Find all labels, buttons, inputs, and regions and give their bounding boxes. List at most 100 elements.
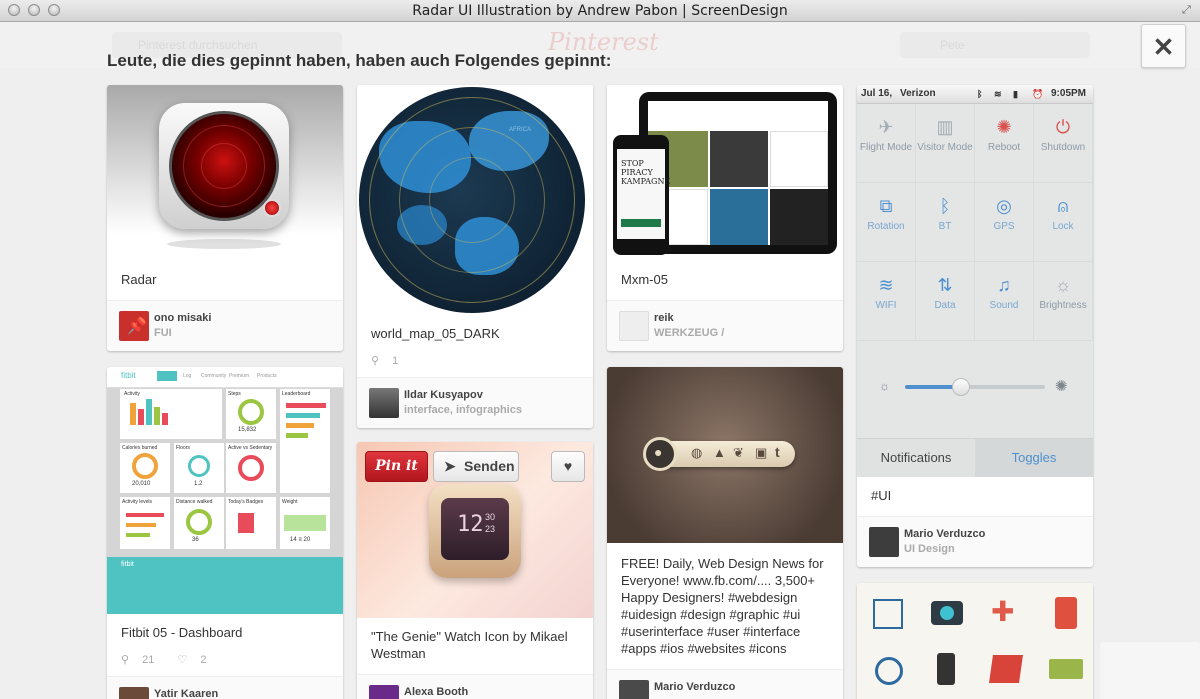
avatar[interactable]: 📌	[119, 311, 149, 341]
gps-icon: ◎	[996, 196, 1012, 216]
pin-description: Fitbit 05 - Dashboard	[121, 625, 243, 640]
avatar[interactable]	[119, 687, 149, 699]
toggle-label: BT	[938, 221, 952, 232]
toggle-wifi[interactable]: ≋ WIFI	[857, 262, 916, 341]
pin-image[interactable]: AFRICA	[357, 85, 593, 315]
pin-attribution[interactable]: Yatir Kaaren	[107, 676, 343, 699]
toggle-grid: ✈ Flight Mode ▥ Visitor Mode ✺ Reboot ⏻ Shutdow…	[857, 104, 1093, 341]
toggle-visitor-mode[interactable]: ▥ Visitor Mode	[916, 104, 975, 183]
user-icon: ●	[654, 444, 663, 460]
toggle-label: Lock	[1052, 221, 1074, 232]
pin-attribution[interactable]: 📌 ono misaki FUI	[107, 300, 343, 351]
toggle-flight-mode[interactable]: ✈ Flight Mode	[857, 104, 916, 183]
tab-toggles[interactable]: Toggles	[975, 439, 1093, 477]
phone-icon	[937, 653, 955, 685]
send-button[interactable]: ➤ Senden	[433, 451, 519, 482]
avatar[interactable]	[619, 311, 649, 341]
pinner-name[interactable]: Mario Verduzco	[654, 681, 735, 693]
fitbit-footer: fitbit	[107, 557, 343, 614]
pin-attribution[interactable]: reik WERKZEUG /	[607, 300, 843, 351]
pin-attribution[interactable]: Alexa Booth	[357, 674, 593, 699]
pin-attribution[interactable]: Mario Verduzco	[607, 669, 843, 699]
pinner-name[interactable]: Mario Verduzco	[904, 528, 985, 540]
pin-image[interactable]: fitbit Log Community Premium Products Ac…	[107, 367, 343, 614]
board-name[interactable]: FUI	[154, 327, 172, 339]
pin-description: "The Genie" Watch Icon by Mikael Westman	[371, 629, 568, 661]
close-button[interactable]: ✕	[1141, 24, 1186, 68]
send-icon: ➤	[444, 458, 456, 474]
brightness-slider[interactable]	[905, 378, 1045, 396]
heart-icon: ♡	[177, 654, 188, 666]
toggle-lock[interactable]: ⍝ Lock	[1034, 183, 1093, 262]
lock-icon: ⍝	[1057, 196, 1069, 216]
signal-icon: ▮	[1013, 89, 1018, 99]
pin-image[interactable]: ● ◍ ▲ ❦ ▣ t	[607, 367, 843, 543]
reboot-icon: ✺	[996, 117, 1012, 137]
toggle-label: Brightness	[1039, 300, 1087, 311]
fitbit-dashboard-tiles: Activity Steps 15,832 Leaderboard Calori…	[120, 389, 330, 549]
pin-description: world_map_05_DARK	[371, 326, 500, 341]
pinner-name[interactable]: reik	[654, 312, 674, 324]
toggle-shutdown[interactable]: ⏻ Shutdown	[1034, 104, 1093, 183]
pin-attribution[interactable]: Mario Verduzco UI Design	[857, 516, 1093, 567]
pin-attribution[interactable]: Ildar Kusyapov interface, infographics	[357, 377, 593, 428]
pin-free-daily[interactable]: ● ◍ ▲ ❦ ▣ t FREE! Daily, Web Design News…	[607, 367, 843, 699]
fullscreen-icon[interactable]: ⤢	[1182, 4, 1194, 16]
like-count: ♡ 2	[177, 654, 207, 666]
radar-app-icon	[159, 103, 289, 229]
toggle-label: WIFI	[875, 300, 897, 311]
pin-image[interactable]: STOP PIRACY KAMPAGNE	[607, 85, 843, 261]
toggle-gps[interactable]: ◎ GPS	[975, 183, 1034, 262]
avatar[interactable]	[369, 388, 399, 418]
toggle-sound[interactable]: ♫ Sound	[975, 262, 1034, 341]
pin-it-button[interactable]: Pin it	[365, 451, 428, 482]
brightness-icon: ☼	[1054, 275, 1072, 295]
pin-image[interactable]: Jul 16, Verizon ᛒ ≋ ▮ ⏰ 9:05PM ✈ Flight M…	[857, 85, 1093, 477]
slider-knob[interactable]	[952, 378, 970, 396]
world-map-globe: AFRICA	[359, 87, 585, 313]
avatar[interactable]	[369, 685, 399, 699]
avatar[interactable]	[619, 680, 649, 699]
window-titlebar: Radar UI Illustration by Andrew Pabon | …	[0, 0, 1200, 22]
route-icon	[873, 599, 903, 629]
pin-fitbit[interactable]: fitbit Log Community Premium Products Ac…	[107, 367, 343, 699]
data-icon: ⇅	[937, 275, 953, 295]
pinner-name[interactable]: ono misaki	[154, 312, 211, 324]
pin-world-map[interactable]: AFRICA world_map_05_DARK ⚲ 1 Ildar Kusya…	[357, 85, 593, 428]
money-icon	[1049, 659, 1083, 679]
power-icon: ⏻	[1055, 117, 1071, 137]
linkedin-icon: ▣	[755, 445, 768, 460]
board-name[interactable]: interface, infographics	[404, 404, 522, 416]
pin-icon-set[interactable]: ✚	[857, 583, 1093, 699]
map-icon	[989, 655, 1023, 683]
pin-toggles[interactable]: Jul 16, Verizon ᛒ ≋ ▮ ⏰ 9:05PM ✈ Flight M…	[857, 85, 1093, 567]
avatar[interactable]	[869, 527, 899, 557]
brightness-slider-row: ☼ ✺	[857, 341, 1093, 439]
toggle-reboot[interactable]: ✺ Reboot	[975, 104, 1034, 183]
pinner-name[interactable]: Alexa Booth	[404, 686, 468, 698]
like-button[interactable]: ♥	[551, 451, 585, 482]
board-name[interactable]: WERKZEUG /	[654, 327, 724, 339]
toggle-data[interactable]: ⇅ Data	[916, 262, 975, 341]
repin-count: ⚲ 21	[121, 654, 155, 666]
pinner-name[interactable]: Ildar Kusyapov	[404, 389, 483, 401]
toggle-label: GPS	[993, 221, 1015, 232]
tab-notifications[interactable]: Notifications	[857, 439, 975, 477]
page-title: Leute, die dies gepinnt haben, haben auc…	[107, 51, 612, 70]
pin-image[interactable]	[107, 85, 343, 261]
pin-radar[interactable]: Radar 📌 ono misaki FUI	[107, 85, 343, 351]
pin-mxm[interactable]: STOP PIRACY KAMPAGNE Mxm-05 reik WERKZEU…	[607, 85, 843, 351]
toggle-label: Reboot	[987, 142, 1021, 153]
pushpin-icon: 📌	[127, 318, 147, 335]
pin-description: Mxm-05	[621, 272, 668, 287]
toggle-rotation[interactable]: ⧉ Rotation	[857, 183, 916, 262]
pin-image[interactable]: ✚	[857, 583, 1093, 699]
calculator-icon	[1055, 597, 1077, 629]
pin-genie-watch[interactable]: 12 30 23 Pin it ➤ Senden ♥ "The Genie" W…	[357, 442, 593, 699]
toggle-bt[interactable]: ᛒ BT	[916, 183, 975, 262]
board-name[interactable]: UI Design	[904, 543, 955, 555]
pinner-name[interactable]: Yatir Kaaren	[154, 688, 218, 699]
toggle-brightness[interactable]: ☼ Brightness	[1034, 262, 1093, 341]
brightness-low-icon: ☼	[879, 379, 890, 393]
wifi-icon: ≋	[878, 275, 894, 295]
